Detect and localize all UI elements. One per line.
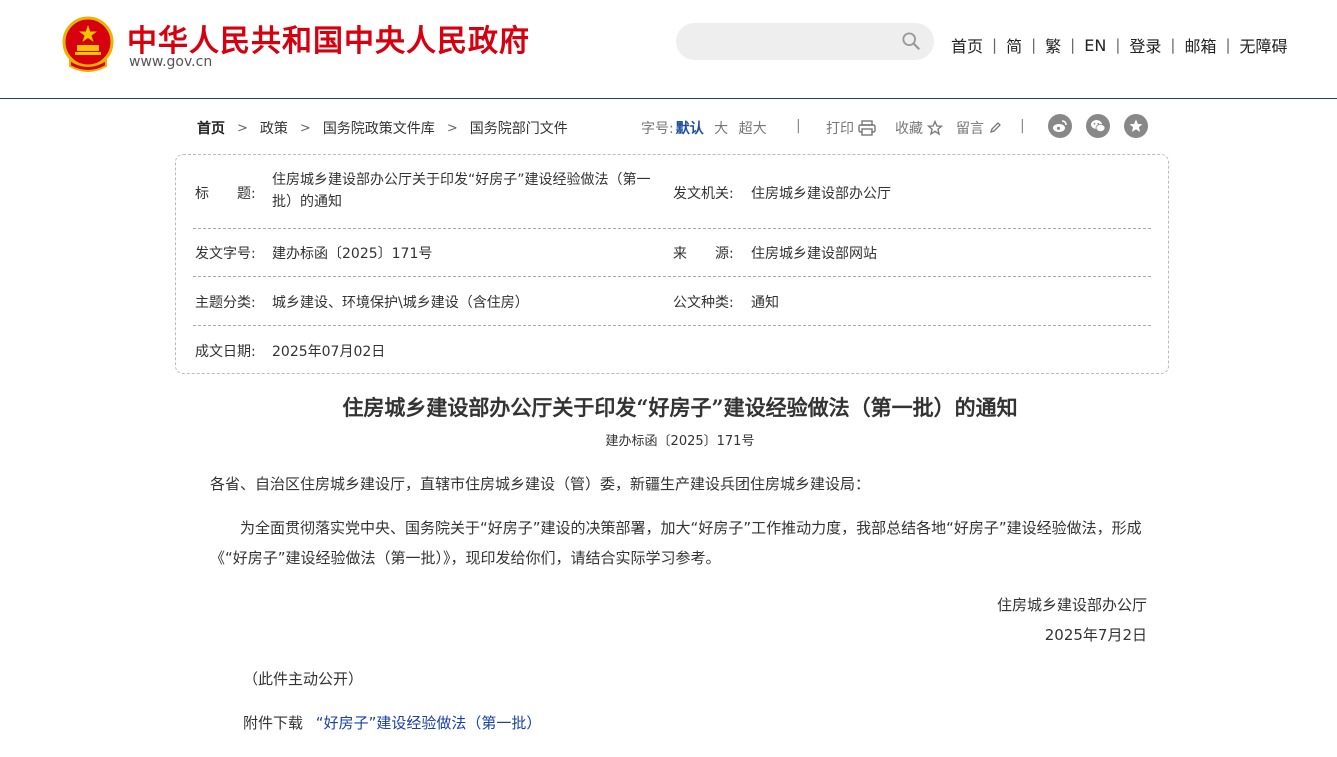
chevron-right-icon: >: [237, 120, 248, 136]
search-icon[interactable]: [902, 32, 920, 50]
comment-label: 留言: [956, 121, 984, 137]
font-size-label: 字号:: [641, 121, 674, 137]
attachment-section: 附件下载 “好房子”建设经验做法（第一批）: [243, 708, 843, 738]
meta-source-value: 住房城乡建设部网站: [751, 246, 877, 262]
document-number: 建办标函〔2025〕171号: [605, 434, 755, 449]
meta-date-label: 成文日期:: [195, 344, 256, 360]
site-header: 中华人民共和国中央人民政府 www.gov.cn 首页 | 简 | 繁 | EN…: [0, 0, 1337, 99]
nav-separator: |: [1170, 36, 1176, 54]
attachment-label: 附件下载: [243, 714, 304, 732]
meta-type-value: 通知: [751, 295, 779, 311]
breadcrumb-dept-docs[interactable]: 国务院部门文件: [470, 118, 568, 138]
toolbar-divider: |: [796, 118, 801, 134]
nav-accessibility[interactable]: 无障碍: [1240, 33, 1288, 57]
document-salutation: 各省、自治区住房城乡建设厅，直辖市住房城乡建设（管）委，新疆生产建设兵团住房城乡…: [210, 475, 871, 493]
document-metadata: 标 题: 住房城乡建设部办公厅关于印发“好房子”建设经验做法（第一批）的通知 发…: [175, 154, 1169, 374]
site-domain: www.gov.cn: [129, 54, 213, 70]
nav-login[interactable]: 登录: [1129, 33, 1161, 57]
meta-row-topic: 主题分类: 城乡建设、环境保护\城乡建设（含住房） 公文种类: 通知: [193, 277, 1151, 326]
meta-source-label: 来 源:: [673, 246, 734, 262]
nav-traditional[interactable]: 繁: [1045, 33, 1061, 57]
meta-topic-label: 主题分类:: [195, 295, 256, 311]
nav-simplified[interactable]: 简: [1006, 33, 1022, 57]
meta-docno-label: 发文字号:: [195, 246, 256, 262]
comment-button[interactable]: 留言: [956, 118, 1002, 138]
top-nav: 首页 | 简 | 繁 | EN | 登录 | 邮箱 | 无障碍: [951, 33, 1288, 57]
nav-separator: |: [1031, 36, 1037, 54]
print-button[interactable]: 打印: [826, 118, 876, 138]
breadcrumb-policy-library[interactable]: 国务院政策文件库: [323, 118, 435, 138]
nav-home[interactable]: 首页: [951, 33, 983, 57]
meta-issuer-value: 住房城乡建设部办公厅: [751, 186, 891, 202]
chevron-right-icon: >: [299, 120, 311, 136]
meta-type-label: 公文种类:: [673, 295, 734, 311]
meta-date-value: 2025年07月02日: [272, 344, 386, 360]
document-body: 为全面贯彻落实党中央、国务院关于“好房子”建设的决策部署，加大“好房子”工作推动…: [210, 519, 1142, 567]
nav-english[interactable]: EN: [1084, 36, 1106, 55]
font-size-large[interactable]: 大: [714, 121, 728, 137]
font-size-default[interactable]: 默认: [676, 121, 704, 137]
breadcrumb-home[interactable]: 首页: [197, 118, 225, 138]
meta-row-title: 标 题: 住房城乡建设部办公厅关于印发“好房子”建设经验做法（第一批）的通知 发…: [193, 155, 1151, 229]
meta-docno-value: 建办标函〔2025〕171号: [272, 246, 433, 262]
nav-separator: |: [1070, 36, 1076, 54]
search-input[interactable]: [676, 23, 934, 60]
favorite-button[interactable]: 收藏: [895, 118, 943, 138]
toolbar-divider: |: [1020, 118, 1025, 134]
document-title: 住房城乡建设部办公厅关于印发“好房子”建设经验做法（第一批）的通知: [342, 395, 1018, 420]
favorite-label: 收藏: [895, 121, 923, 137]
breadcrumb: 首页 > 政策 > 国务院政策文件库 > 国务院部门文件: [197, 118, 568, 138]
page-toolbar: 首页 > 政策 > 国务院政策文件库 > 国务院部门文件 字号: 默认 大 超大 …: [0, 112, 1337, 142]
meta-topic-value: 城乡建设、环境保护\城乡建设（含住房）: [272, 295, 529, 311]
pencil-icon: [989, 122, 1001, 134]
document-signer: 住房城乡建设部办公厅: [996, 596, 1147, 614]
print-label: 打印: [826, 121, 854, 137]
nav-separator: |: [1225, 36, 1231, 54]
meta-row-date: 成文日期: 2025年07月02日: [193, 326, 1151, 373]
public-note: （此件主动公开）: [243, 670, 364, 688]
star-icon: [927, 120, 943, 136]
chevron-right-icon: >: [446, 120, 458, 136]
nav-mail[interactable]: 邮箱: [1184, 33, 1216, 57]
meta-issuer-label: 发文机关:: [673, 186, 734, 202]
meta-title-label: 标 题:: [195, 186, 256, 202]
breadcrumb-policy[interactable]: 政策: [260, 118, 288, 138]
attachment-download-link[interactable]: “好房子”建设经验做法（第一批）: [316, 714, 542, 732]
document-sign-date: 2025年7月2日: [1044, 626, 1147, 644]
national-emblem-icon[interactable]: [62, 16, 114, 72]
print-icon: [858, 120, 876, 136]
favorite-star-icon[interactable]: [1124, 114, 1148, 138]
meta-row-docno: 发文字号: 建办标函〔2025〕171号 来 源: 住房城乡建设部网站: [193, 229, 1151, 277]
nav-separator: |: [1115, 36, 1121, 54]
meta-title-value: 住房城乡建设部办公厅关于印发“好房子”建设经验做法（第一批）的通知: [272, 172, 651, 210]
wechat-icon[interactable]: [1086, 114, 1110, 138]
nav-separator: |: [992, 36, 998, 54]
weibo-icon[interactable]: [1048, 114, 1072, 138]
font-size-switch: 字号: 默认 大 超大: [641, 118, 773, 138]
font-size-xlarge[interactable]: 超大: [739, 121, 767, 137]
